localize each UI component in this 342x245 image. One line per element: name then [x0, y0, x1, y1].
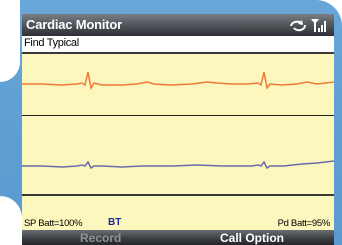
sync-icon	[290, 20, 306, 32]
title-bar: Cardiac Monitor	[22, 14, 334, 36]
ecg-panel-bottom	[22, 116, 334, 194]
status-info-row: SP Batt=100% BT Pd Batt=95%	[22, 194, 334, 230]
sp-battery-label: SP Batt=100%	[24, 218, 83, 229]
find-typical-label[interactable]: Find Typical	[24, 37, 79, 49]
info-divider	[22, 194, 334, 196]
call-option-softkey[interactable]: Call Option	[220, 231, 284, 245]
phone-screen: Cardiac Monitor Find Typical SP Batt=100…	[22, 14, 334, 245]
signal-strength-icon	[311, 19, 326, 32]
status-icons	[288, 16, 328, 34]
softkey-bar: Record Call Option	[22, 230, 334, 245]
find-typical-bar[interactable]: Find Typical	[22, 36, 334, 52]
ecg-trace-top	[22, 71, 334, 91]
ecg-panel-top	[22, 52, 334, 116]
ecg-trace-bottom	[22, 160, 334, 170]
record-softkey[interactable]: Record	[80, 231, 121, 245]
bezel-notch-top	[0, 0, 20, 82]
bluetooth-label: BT	[108, 217, 122, 228]
pd-battery-label: Pd Batt=95%	[277, 218, 331, 229]
app-title: Cardiac Monitor	[26, 17, 122, 32]
